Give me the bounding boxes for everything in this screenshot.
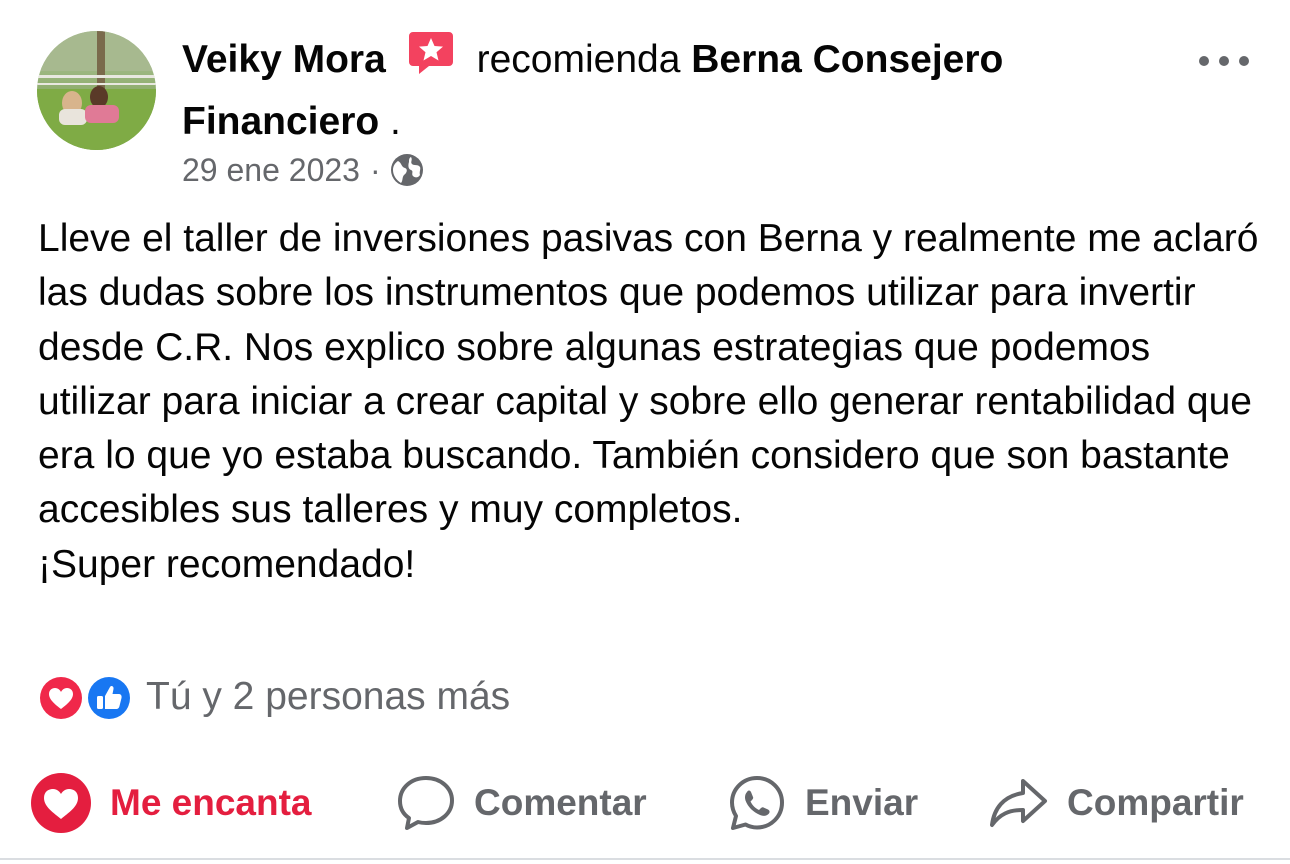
reactions-summary[interactable]: Tú y 2 personas más <box>36 672 510 722</box>
recommends-text: recomienda <box>476 38 681 81</box>
reaction-count-text[interactable]: Tú y 2 personas más <box>146 675 510 719</box>
recommendation-post: Veiky Mora recomienda Berna Consejero Fi… <box>0 0 1290 864</box>
author-name[interactable]: Veiky Mora <box>182 38 386 81</box>
post-header: Veiky Mora recomienda Berna Consejero Fi… <box>182 28 1142 151</box>
comment-button-label: Comentar <box>474 782 647 823</box>
post-date[interactable]: 29 ene 2023 <box>182 148 360 192</box>
love-button[interactable]: Me encanta <box>30 770 312 836</box>
whatsapp-icon <box>730 776 784 830</box>
post-meta: 29 ene 2023 · <box>182 148 425 192</box>
recommendation-badge-icon <box>407 28 455 93</box>
post-body-text: Lleve el taller de inversiones pasivas c… <box>38 217 1259 586</box>
send-button-label: Enviar <box>805 782 919 823</box>
share-button[interactable]: Compartir <box>987 770 1244 836</box>
more-options-button[interactable] <box>1196 48 1252 74</box>
meta-separator: · <box>369 152 381 188</box>
more-dots-icon <box>1199 56 1249 66</box>
comment-bubble-icon <box>398 776 454 830</box>
share-button-label: Compartir <box>1067 782 1244 823</box>
author-avatar[interactable] <box>37 31 156 150</box>
bottom-divider <box>0 858 1290 860</box>
like-reaction-icon <box>85 674 133 722</box>
share-arrow-icon <box>990 779 1047 827</box>
love-filled-icon <box>31 773 91 833</box>
send-button[interactable]: Enviar <box>727 770 918 836</box>
love-button-label: Me encanta <box>110 782 312 823</box>
page-name-suffix: . <box>379 100 401 143</box>
reaction-icons <box>36 672 136 722</box>
globe-icon <box>389 152 425 188</box>
comment-button[interactable]: Comentar <box>396 770 647 836</box>
love-reaction-icon <box>37 674 85 722</box>
